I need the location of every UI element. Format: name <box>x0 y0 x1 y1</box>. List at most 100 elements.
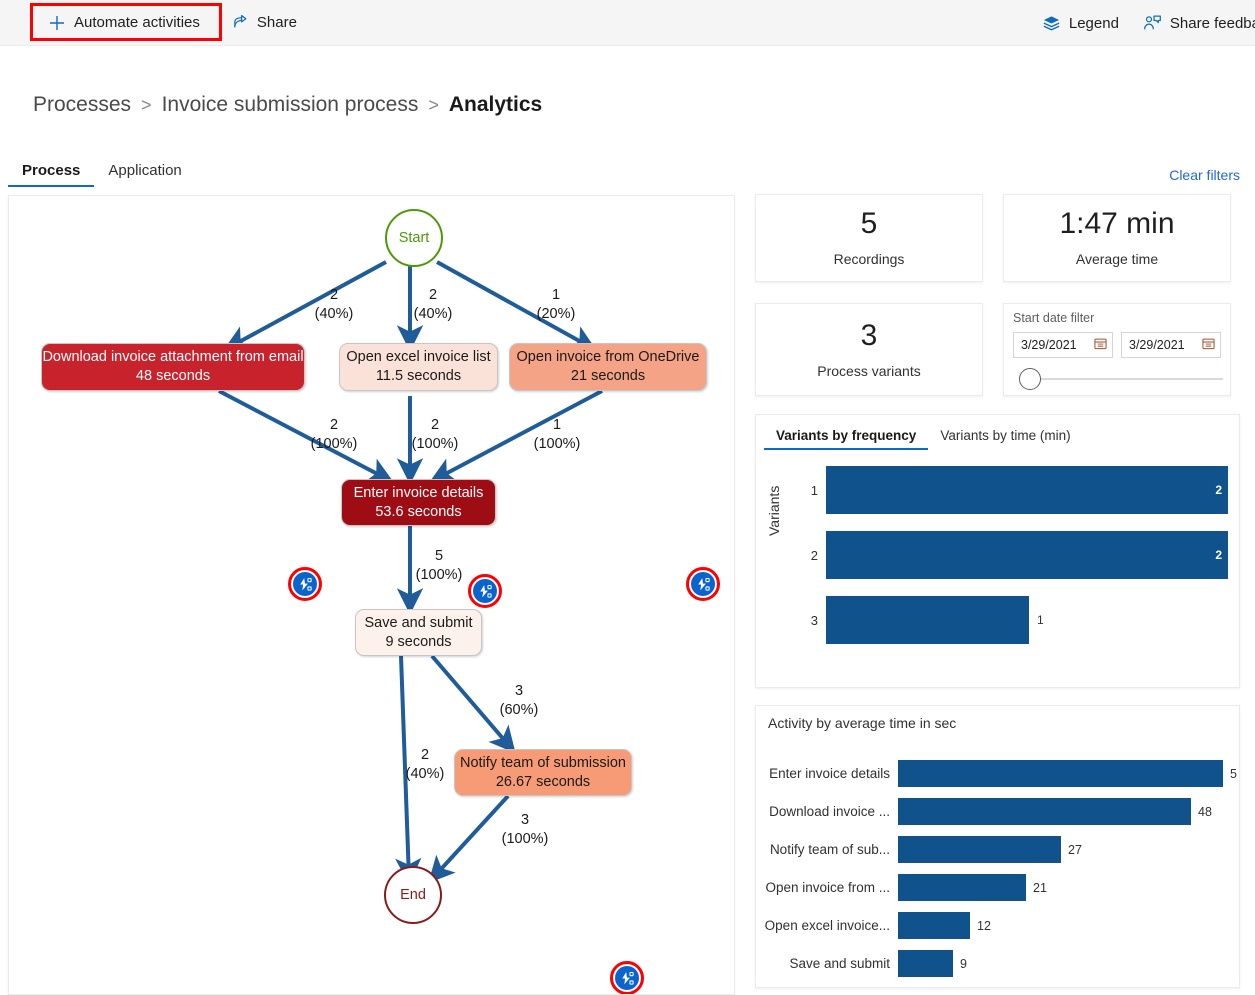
automate-activities-button[interactable]: Automate activities <box>38 6 210 40</box>
tab-variants-by-time[interactable]: Variants by time (min) <box>928 425 1082 448</box>
power-automate-flow-icon <box>691 572 715 596</box>
node-open-excel-invoice-list[interactable]: Open excel invoice list 11.5 seconds <box>339 343 498 391</box>
activity-bar[interactable] <box>898 874 1026 901</box>
kpi-label: Process variants <box>817 363 920 379</box>
breadcrumb-item-analytics: Analytics <box>449 93 542 117</box>
node-end[interactable]: End <box>384 866 442 924</box>
slider-track <box>1030 378 1223 380</box>
calendar-icon <box>1202 337 1215 353</box>
activity-category-label: Save and submit <box>762 956 890 971</box>
start-date-filter: Start date filter 3/29/2021 3/29/2021 <box>1003 303 1231 396</box>
edge-pct: (100%) <box>404 566 474 585</box>
date-range-slider[interactable] <box>1013 367 1221 391</box>
node-time: 48 seconds <box>136 367 210 386</box>
activity-bar-row: Save and submit 9 <box>762 950 967 977</box>
breadcrumb-separator: > <box>141 95 152 116</box>
node-name: Save and submit <box>364 614 472 633</box>
edge-pct: (100%) <box>490 830 560 849</box>
legend-button[interactable]: Legend <box>1032 6 1129 40</box>
command-bar-left-group: Automate activities Share <box>0 0 307 46</box>
slider-handle[interactable] <box>1019 368 1041 390</box>
activity-bar[interactable] <box>898 798 1191 825</box>
date-from-input[interactable]: 3/29/2021 <box>1013 332 1113 358</box>
edge-label-open-onedrive-to-enter: 1 (100%) <box>522 416 592 454</box>
variants-category-label: 3 <box>796 613 818 628</box>
date-to-input[interactable]: 3/29/2021 <box>1121 332 1221 358</box>
activity-chart-card: Activity by average time in sec Enter in… <box>755 705 1240 988</box>
edge-pct: (40%) <box>393 765 457 784</box>
activity-chart-title: Activity by average time in sec <box>768 715 956 731</box>
power-automate-flow-icon <box>293 572 317 596</box>
automate-badge-notify-team[interactable] <box>610 961 644 995</box>
activity-bar-row: Open excel invoice... 12 <box>762 912 991 939</box>
kpi-value: 3 <box>861 321 878 351</box>
command-bar: Automate activities Share <box>0 0 1255 46</box>
command-bar-right-group: Legend Share feedback <box>1032 0 1255 46</box>
process-map-panel: Start End Download invoice attachment fr… <box>8 195 735 995</box>
automate-badge-open-excel-invoice-list[interactable] <box>468 574 502 608</box>
variants-bar[interactable] <box>826 596 1029 644</box>
tab-application[interactable]: Application <box>94 158 195 185</box>
share-icon <box>232 14 249 31</box>
node-enter-invoice-details[interactable]: Enter invoice details 53.6 seconds <box>341 479 496 526</box>
activity-bar-value: 27 <box>1068 843 1082 857</box>
node-name: Open invoice from OneDrive <box>517 348 700 367</box>
share-feedback-label: Share feedback <box>1170 15 1255 32</box>
clear-filters-link[interactable]: Clear filters <box>1169 167 1240 183</box>
node-open-invoice-from-onedrive[interactable]: Open invoice from OneDrive 21 seconds <box>509 343 707 391</box>
variants-bar-value: 2 <box>1215 548 1222 562</box>
node-time: 53.6 seconds <box>375 503 461 522</box>
edge-count: 5 <box>404 547 474 566</box>
breadcrumb: Processes > Invoice submission process >… <box>33 93 542 117</box>
automate-badge-download-invoice[interactable] <box>288 567 322 601</box>
node-name: Download invoice attachment from email <box>42 348 303 367</box>
variants-y-axis-title: Variants <box>766 486 782 536</box>
edge-count: 1 <box>522 416 592 435</box>
edge-label-enter-to-save: 5 (100%) <box>404 547 474 585</box>
activity-bar-value: 12 <box>977 919 991 933</box>
variants-bar[interactable]: 2 <box>826 531 1228 579</box>
node-name: Open excel invoice list <box>346 348 490 367</box>
activity-bar-value: 21 <box>1033 881 1047 895</box>
activity-bar[interactable] <box>898 760 1223 787</box>
main-tabs: Process Application <box>8 158 196 187</box>
activity-bar-row: Notify team of sub... 27 <box>762 836 1082 863</box>
edge-label-start-to-download: 2 (40%) <box>304 286 364 324</box>
breadcrumb-item-invoice-submission-process[interactable]: Invoice submission process <box>162 93 419 117</box>
activity-bar-row: Enter invoice details 5 <box>762 760 1237 787</box>
node-download-invoice-attachment-from-email[interactable]: Download invoice attachment from email 4… <box>41 343 305 391</box>
tab-process[interactable]: Process <box>8 158 94 187</box>
edge-pct: (100%) <box>522 435 592 454</box>
breadcrumb-item-processes[interactable]: Processes <box>33 93 131 117</box>
power-automate-flow-icon <box>615 966 639 990</box>
legend-label: Legend <box>1069 15 1119 32</box>
activity-bar[interactable] <box>898 836 1061 863</box>
edge-label-save-to-end: 2 (40%) <box>393 746 457 784</box>
activity-category-label: Download invoice ... <box>762 804 890 819</box>
node-notify-team-of-submission[interactable]: Notify team of submission 26.67 seconds <box>454 749 632 796</box>
activity-category-label: Notify team of sub... <box>762 842 890 857</box>
share-feedback-button[interactable]: Share feedback <box>1133 6 1255 40</box>
process-map-edges <box>9 196 735 995</box>
kpi-label: Average time <box>1076 251 1158 267</box>
node-start-label: Start <box>399 230 430 246</box>
node-save-and-submit[interactable]: Save and submit 9 seconds <box>355 609 482 656</box>
variants-bar[interactable]: 2 <box>826 466 1228 514</box>
edge-label-start-to-open-onedrive: 1 (20%) <box>526 286 586 324</box>
node-name: Enter invoice details <box>354 484 484 503</box>
date-from-value: 3/29/2021 <box>1021 338 1077 352</box>
variants-bar-chart: Variants 1 2 2 2 3 1 <box>756 458 1239 676</box>
share-button[interactable]: Share <box>222 6 307 40</box>
kpi-card-process-variants: 3 Process variants <box>755 303 983 396</box>
activity-bar-value: 48 <box>1198 805 1212 819</box>
edge-pct: (100%) <box>400 435 470 454</box>
variants-bar-row: 2 2 <box>796 531 1229 579</box>
node-start[interactable]: Start <box>385 209 443 267</box>
activity-bar[interactable] <box>898 950 953 977</box>
activity-bar[interactable] <box>898 912 970 939</box>
start-date-filter-title: Start date filter <box>1013 311 1221 325</box>
variants-bar-value: 2 <box>1215 483 1222 497</box>
variants-category-label: 2 <box>796 548 818 563</box>
automate-badge-open-invoice-from-onedrive[interactable] <box>686 567 720 601</box>
tab-variants-by-frequency[interactable]: Variants by frequency <box>764 425 928 450</box>
